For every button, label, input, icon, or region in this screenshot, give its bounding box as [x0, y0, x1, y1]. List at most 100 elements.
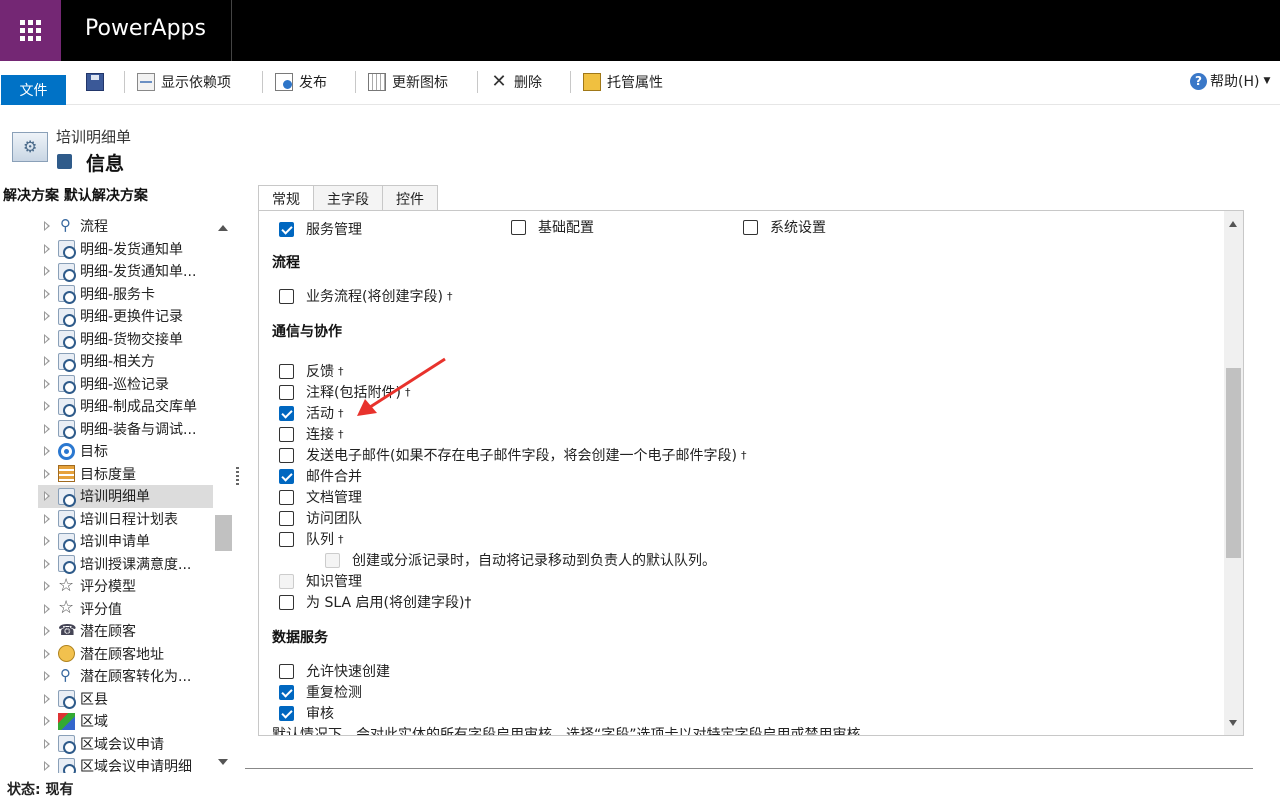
- checkbox[interactable]: [279, 594, 294, 610]
- managed-properties-icon: [583, 73, 601, 91]
- checkbox[interactable]: [743, 219, 758, 235]
- sidebar-item[interactable]: 培训申请单: [0, 530, 215, 553]
- expand-arrow-icon[interactable]: [44, 648, 50, 659]
- checkbox[interactable]: [279, 468, 294, 484]
- show-dependencies-button[interactable]: 显示依赖项: [137, 71, 231, 93]
- sidebar-item[interactable]: 潜在顾客地址: [0, 643, 215, 666]
- sidebar-item-label: 明细-货物交接单: [80, 331, 184, 348]
- expand-arrow-icon[interactable]: [44, 356, 50, 366]
- sidebar-item[interactable]: 明细-制成品交库单: [0, 395, 215, 418]
- sidebar-item[interactable]: 区域会议申请明细: [0, 755, 215, 773]
- sidebar-item-label: 培训日程计划表: [80, 511, 178, 528]
- communication-option[interactable]: 访问团队: [279, 508, 366, 528]
- tab[interactable]: 控件: [382, 185, 438, 211]
- expand-arrow-icon[interactable]: [44, 221, 50, 231]
- tab[interactable]: 常规: [258, 185, 314, 211]
- managed-properties-button[interactable]: 托管属性: [583, 71, 663, 93]
- expand-arrow-icon[interactable]: [44, 243, 50, 254]
- solution-tree[interactable]: 流程明细-发货通知单明细-发货通知单... 明细-服务卡明细-更换件记录明细-货物…: [0, 207, 238, 773]
- expand-arrow-icon[interactable]: [44, 513, 50, 524]
- app-title[interactable]: PowerApps: [85, 16, 206, 41]
- sidebar-item[interactable]: 明细-货物交接单: [0, 328, 215, 351]
- checkbox[interactable]: [325, 552, 340, 568]
- sidebar-item[interactable]: 培训授课满意度...: [0, 553, 215, 576]
- scroll-down-arrow[interactable]: [218, 759, 228, 765]
- communication-option[interactable]: 邮件合并: [279, 466, 366, 486]
- sidebar-item[interactable]: 明细-发货通知单: [0, 238, 215, 261]
- sidebar-item[interactable]: 明细-装备与调试...: [0, 418, 215, 441]
- expand-arrow-icon[interactable]: [44, 401, 50, 411]
- expand-arrow-icon[interactable]: [44, 671, 50, 681]
- expand-arrow-icon[interactable]: [44, 536, 50, 546]
- sidebar-item[interactable]: 潜在顾客转化为...: [0, 665, 215, 688]
- sidebar-item[interactable]: 潜在顾客: [0, 620, 215, 643]
- expand-arrow-icon[interactable]: [44, 333, 50, 344]
- expand-arrow-icon[interactable]: [44, 761, 50, 771]
- checkbox[interactable]: [279, 684, 294, 700]
- sidebar-item[interactable]: 流程: [0, 215, 215, 238]
- sidebar-scrollbar-thumb[interactable]: [215, 515, 232, 551]
- form-scrollbar-thumb[interactable]: [1226, 368, 1241, 558]
- expand-arrow-icon[interactable]: [44, 288, 50, 299]
- entity-icon: [58, 690, 76, 710]
- sidebar-item[interactable]: 评分模型: [0, 575, 215, 598]
- data-service-option[interactable]: 重复检测: [279, 682, 362, 702]
- expand-arrow-icon[interactable]: [44, 468, 50, 479]
- scroll-up-arrow[interactable]: [1229, 221, 1237, 227]
- sidebar-item-label: 明细-制成品交库单: [80, 399, 198, 416]
- data-services-section-title: 数据服务: [272, 630, 328, 646]
- sidebar-item[interactable]: 明细-发货通知单...: [0, 260, 215, 283]
- app-launcher-button[interactable]: [0, 0, 61, 61]
- expand-arrow-icon[interactable]: [44, 446, 50, 456]
- tab[interactable]: 主字段: [313, 185, 383, 211]
- sidebar-item[interactable]: 明细-相关方: [0, 350, 215, 373]
- option-sla[interactable]: 为 SLA 启用(将创建字段)†: [279, 592, 471, 612]
- sidebar-item[interactable]: 培训日程计划表: [0, 508, 215, 531]
- expand-arrow-icon[interactable]: [44, 311, 50, 321]
- sidebar-item[interactable]: 评分值: [0, 597, 215, 621]
- entity-icon: [58, 307, 76, 327]
- help-menu-button[interactable]: ? 帮助(H) ▼: [1190, 71, 1270, 91]
- expand-arrow-icon[interactable]: [44, 716, 50, 726]
- expand-arrow-icon[interactable]: [44, 738, 50, 749]
- communication-option[interactable]: 文档管理: [279, 487, 366, 507]
- communication-option[interactable]: 队列 †: [279, 529, 344, 549]
- publish-button[interactable]: 发布: [275, 71, 327, 93]
- sidebar-item[interactable]: 明细-更换件记录: [0, 305, 215, 328]
- sidebar-item[interactable]: 目标度量: [0, 463, 215, 486]
- expand-arrow-icon[interactable]: [44, 603, 50, 614]
- data-service-option[interactable]: 允许快速创建: [279, 661, 390, 681]
- sidebar-item[interactable]: 培训明细单: [38, 485, 213, 508]
- option-system-settings[interactable]: 系统设置: [743, 217, 826, 237]
- expand-arrow-icon[interactable]: [44, 491, 50, 501]
- sidebar-item[interactable]: 区县: [0, 688, 215, 711]
- delete-button[interactable]: ✕ 删除: [490, 71, 542, 93]
- checkbox[interactable]: [279, 510, 294, 526]
- pane-splitter-handle[interactable]: [236, 467, 239, 487]
- data-service-option[interactable]: 审核: [279, 703, 334, 723]
- checkbox[interactable]: [279, 489, 294, 505]
- expand-arrow-icon[interactable]: [44, 266, 50, 276]
- expand-arrow-icon[interactable]: [44, 581, 50, 591]
- checkbox[interactable]: [279, 705, 294, 721]
- option-queue-auto-move[interactable]: 创建或分派记录时，自动将记录移动到负责人的默认队列。: [325, 550, 716, 570]
- file-button[interactable]: 文件: [1, 75, 66, 105]
- ribbon-separator: [570, 71, 571, 93]
- update-icons-button[interactable]: 更新图标: [368, 71, 448, 93]
- checkbox[interactable]: [279, 531, 294, 547]
- sidebar-item[interactable]: 区域会议申请: [0, 733, 215, 756]
- checkbox[interactable]: [279, 663, 294, 679]
- scroll-up-arrow[interactable]: [218, 225, 228, 231]
- expand-arrow-icon[interactable]: [44, 423, 50, 434]
- sidebar-item[interactable]: 明细-服务卡: [0, 283, 215, 306]
- expand-arrow-icon[interactable]: [44, 626, 50, 636]
- sidebar-item[interactable]: 目标: [0, 440, 215, 463]
- expand-arrow-icon[interactable]: [44, 558, 50, 569]
- save-button[interactable]: [86, 71, 110, 93]
- sidebar-item[interactable]: 区域: [0, 710, 215, 733]
- form-scrollbar[interactable]: [1224, 211, 1243, 735]
- sidebar-item[interactable]: 明细-巡检记录: [0, 373, 215, 396]
- expand-arrow-icon[interactable]: [44, 693, 50, 704]
- scroll-down-arrow[interactable]: [1229, 720, 1237, 726]
- expand-arrow-icon[interactable]: [44, 378, 50, 389]
